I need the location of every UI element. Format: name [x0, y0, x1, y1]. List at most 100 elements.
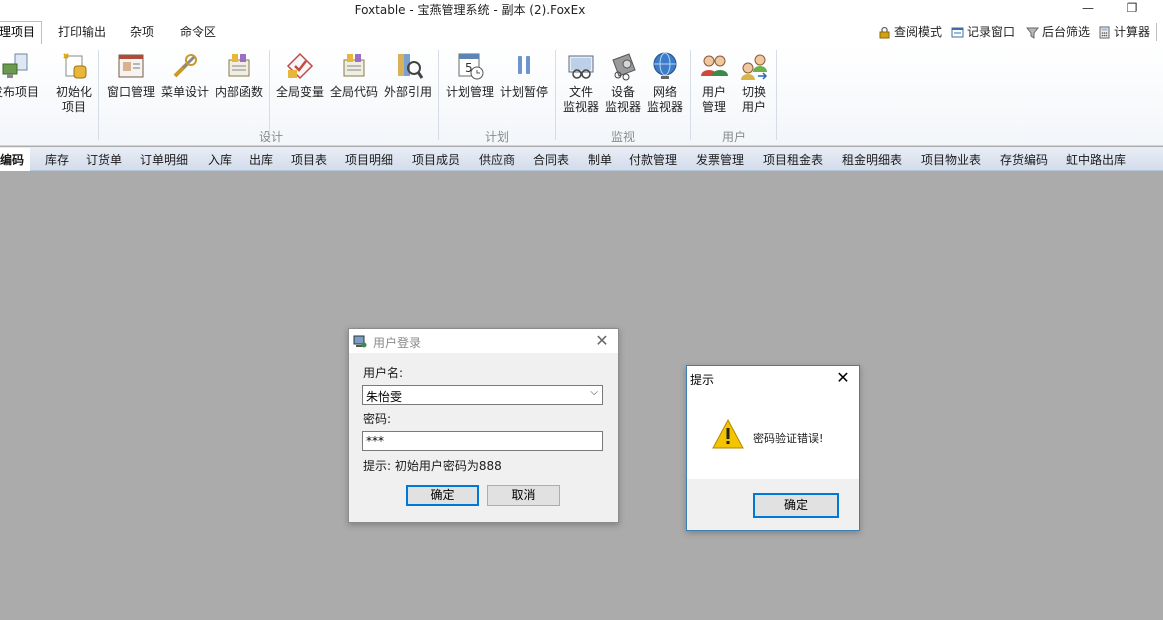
- globe-icon: [653, 52, 677, 79]
- table-tab-supplier[interactable]: 供应商: [479, 151, 515, 168]
- external-reference-label: 外部引用: [383, 85, 432, 99]
- table-tab-invoice[interactable]: 发票管理: [696, 151, 744, 168]
- login-cancel-button[interactable]: 取消: [487, 485, 560, 506]
- username-label: 用户名:: [363, 366, 404, 380]
- table-tab-voucher[interactable]: 制单: [588, 151, 612, 168]
- user-manager-label-2: 管理: [701, 100, 726, 114]
- internal-function-icon: [228, 54, 250, 77]
- table-tab-stock-in[interactable]: 入库: [208, 151, 232, 168]
- password-label: 密码:: [363, 412, 392, 426]
- password-hint: 提示: 初始用户密码为888: [363, 459, 502, 473]
- switch-user-button[interactable]: 切换 用户: [734, 50, 774, 115]
- table-tab-rent-detail[interactable]: 租金明细表: [842, 151, 902, 168]
- device-monitor-button[interactable]: 设备 监视器: [602, 50, 644, 115]
- file-monitor-button[interactable]: 文件 监视器: [560, 50, 602, 115]
- tab-command-area[interactable]: 命令区: [174, 22, 222, 44]
- table-tab-contract[interactable]: 合同表: [533, 151, 569, 168]
- tab-misc[interactable]: 杂项: [124, 22, 160, 44]
- restore-button[interactable]: ❐: [1114, 0, 1150, 18]
- overflow-edge: [1156, 23, 1163, 41]
- switch-user-label-1: 切换: [741, 85, 766, 99]
- login-dialog-titlebar: 用户登录 ✕: [349, 329, 618, 353]
- global-code-icon: [343, 54, 365, 77]
- table-tab-order-detail[interactable]: 订单明细: [140, 151, 188, 168]
- computer-users-icon: [353, 335, 367, 348]
- ribbon-separator: [98, 50, 99, 140]
- alert-dialog: 提示 ✕ 密码验证错误! 确定: [686, 365, 860, 531]
- init-project-label-1: 初始化: [55, 85, 92, 99]
- table-tab-property[interactable]: 项目物业表: [921, 151, 981, 168]
- quick-view-mode[interactable]: 查阅模式: [878, 23, 942, 41]
- table-tab-project-members[interactable]: 项目成员: [412, 151, 460, 168]
- alert-body: 密码验证错误!: [687, 390, 859, 479]
- table-tab-purchase-order[interactable]: 订货单: [86, 151, 122, 168]
- window-manager-label: 窗口管理: [106, 85, 155, 99]
- quick-background-filter[interactable]: 后台筛选: [1026, 23, 1090, 41]
- file-monitor-label-2: 监视器: [562, 100, 599, 114]
- init-project-button[interactable]: 初始化 项目: [52, 50, 96, 115]
- alert-close-icon[interactable]: ✕: [833, 368, 853, 387]
- internal-function-button[interactable]: 内部函数: [212, 50, 266, 100]
- quick-view-mode-label: 查阅模式: [894, 25, 943, 39]
- table-tab-payment[interactable]: 付款管理: [629, 151, 677, 168]
- calendar-icon: 5: [458, 53, 484, 80]
- table-tab-project-rent[interactable]: 项目租金表: [763, 151, 823, 168]
- window-icon: [951, 27, 964, 37]
- group-label-design: 设计: [258, 130, 283, 144]
- global-code-button[interactable]: 全局代码: [327, 50, 381, 100]
- global-code-label: 全局代码: [329, 85, 378, 99]
- title-bar: Foxtable - 宝燕管理系统 - 副本 (2).FoxEx — ❐: [0, 0, 1163, 18]
- alert-dialog-titlebar: 提示 ✕: [687, 366, 859, 390]
- alert-dialog-title: 提示: [690, 373, 715, 387]
- group-label-user: 用户: [721, 130, 746, 144]
- table-tab-code[interactable]: 编码: [0, 148, 31, 171]
- table-tab-project[interactable]: 项目表: [291, 151, 327, 168]
- alert-ok-button[interactable]: 确定: [753, 493, 839, 518]
- password-input[interactable]: ***: [362, 431, 603, 451]
- warning-icon: [712, 418, 744, 449]
- publish-project-button[interactable]: 发布项目: [0, 50, 44, 100]
- user-manager-button[interactable]: 用户 管理: [694, 50, 734, 115]
- file-monitor-icon: [568, 55, 594, 79]
- quick-calculator[interactable]: 计算器: [1098, 23, 1150, 41]
- alert-message: 密码验证错误!: [753, 432, 824, 445]
- internal-function-label: 内部函数: [214, 85, 263, 99]
- table-tab-stock-code[interactable]: 存货编码: [1000, 151, 1048, 168]
- schedule-manager-button[interactable]: 5 计划管理: [443, 50, 497, 100]
- table-tab-inventory[interactable]: 库存: [45, 151, 69, 168]
- network-monitor-label-1: 网络: [652, 85, 677, 99]
- tab-print-output[interactable]: 打印输出: [52, 22, 112, 44]
- ribbon-tab-row: 理项目 打印输出 杂项 命令区 查阅模式 记录窗口 后台筛选 计算器: [0, 18, 1163, 45]
- username-combobox[interactable]: 朱怡雯 ⌵: [362, 385, 603, 405]
- quick-record-window-label: 记录窗口: [967, 25, 1016, 39]
- login-dialog: 用户登录 ✕ 用户名: 朱怡雯 ⌵ 密码: *** 提示: 初始用户密码为888…: [348, 328, 619, 523]
- chevron-down-icon[interactable]: ⌵: [590, 387, 598, 398]
- menu-design-icon: [173, 54, 197, 78]
- network-monitor-button[interactable]: 网络 监视器: [644, 50, 686, 115]
- login-close-icon[interactable]: ✕: [592, 331, 612, 350]
- minimize-button[interactable]: —: [1070, 0, 1106, 18]
- switch-user-icon: [741, 54, 768, 80]
- tab-manage-project[interactable]: 理项目: [0, 21, 43, 45]
- global-variable-icon: [286, 52, 314, 80]
- username-value: 朱怡雯: [366, 390, 403, 404]
- table-tab-hongzhong-out[interactable]: 虹中路出库: [1066, 151, 1126, 168]
- login-ok-button[interactable]: 确定: [406, 485, 479, 506]
- publish-icon: [2, 53, 28, 78]
- ribbon-separator: [690, 50, 691, 140]
- quick-record-window[interactable]: 记录窗口: [951, 23, 1015, 41]
- network-monitor-label-2: 监视器: [646, 100, 683, 114]
- ribbon-separator: [776, 50, 777, 140]
- device-monitor-icon: [612, 53, 636, 81]
- table-tab-stock-out[interactable]: 出库: [249, 151, 273, 168]
- window-manager-button[interactable]: 窗口管理: [104, 50, 158, 100]
- global-variable-button[interactable]: 全局变量: [273, 50, 327, 100]
- external-reference-button[interactable]: 外部引用: [381, 50, 435, 100]
- table-tab-project-detail[interactable]: 项目明细: [345, 151, 393, 168]
- schedule-pause-button[interactable]: 计划暂停: [497, 50, 551, 100]
- ribbon-separator: [438, 50, 439, 140]
- menu-design-button[interactable]: 菜单设计: [158, 50, 212, 100]
- table-tab-bar: 编码 库存 订货单 订单明细 入库 出库 项目表 项目明细 项目成员 供应商 合…: [0, 147, 1163, 171]
- ribbon-separator: [269, 50, 270, 140]
- publish-project-label: 发布项目: [0, 85, 39, 99]
